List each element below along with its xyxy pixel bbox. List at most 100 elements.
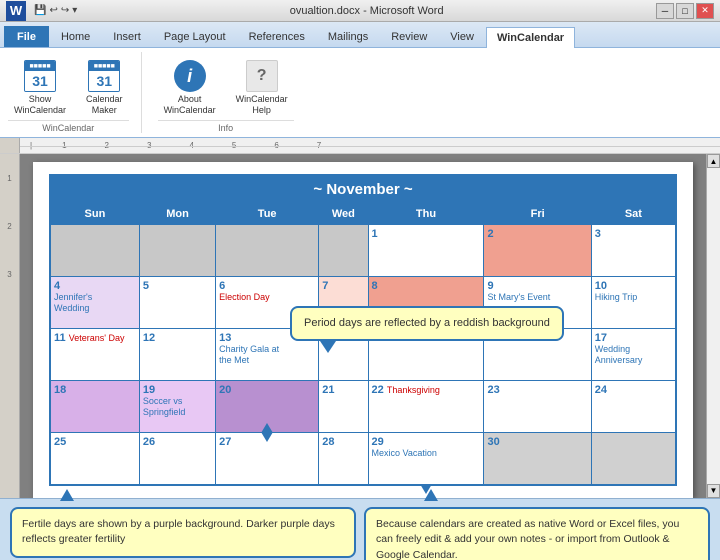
day-number-12: 12 — [143, 332, 212, 344]
tooltip-arrow — [320, 341, 336, 353]
minimize-button[interactable]: ─ — [656, 3, 674, 19]
tab-review[interactable]: Review — [380, 26, 438, 47]
day-number-19: 19 — [143, 384, 212, 396]
cell-nov-1: 1 — [368, 225, 484, 277]
period-days-tooltip: Period days are reflected by a reddish b… — [290, 306, 564, 341]
header-tue: Tue — [216, 204, 319, 225]
event-wedding-anniversary: WeddingAnniversary — [595, 344, 672, 366]
day-number-7: 7 — [322, 280, 364, 292]
tab-insert[interactable]: Insert — [102, 26, 152, 47]
quick-access-toolbar: 💾 ↩ ↪ ▾ — [34, 5, 77, 16]
window-controls: ─ □ ✕ — [656, 3, 714, 19]
calendar-maker-button[interactable]: ■■■■■ 31 CalendarMaker — [80, 56, 129, 120]
show-wincalendar-button[interactable]: ■■■■■ 31 ShowWinCalendar — [8, 56, 72, 120]
event-veterans-day: Veterans' Day — [69, 333, 125, 343]
day-number-28: 28 — [322, 436, 364, 448]
tab-view[interactable]: View — [439, 26, 485, 47]
day-number-23: 23 — [487, 384, 587, 396]
cell-nov-23: 23 — [484, 381, 591, 433]
cell-nov-24: 24 — [591, 381, 676, 433]
title-bar-left: W 💾 ↩ ↪ ▾ — [6, 1, 77, 21]
wincalendar-help-button[interactable]: ? WinCalendarHelp — [230, 56, 294, 120]
redo-icon[interactable]: ↪ — [61, 5, 69, 16]
main-content-area: 1 2 3 Period days are reflected by a red… — [0, 154, 720, 498]
about-wincalendar-label: AboutWinCalendar — [164, 94, 216, 116]
cell-nov-10: 10 Hiking Trip — [591, 277, 676, 329]
cell-nov-22: 22 Thanksgiving — [368, 381, 484, 433]
cell-empty-1 — [50, 225, 139, 277]
cell-nov-28: 28 — [319, 433, 368, 485]
scroll-up-button[interactable]: ▲ — [707, 154, 720, 168]
day-number-29: 29 — [372, 436, 481, 448]
cell-nov-3: 3 — [591, 225, 676, 277]
day-number-21: 21 — [322, 384, 364, 396]
tab-mailings[interactable]: Mailings — [317, 26, 379, 47]
cell-nov-11: 11 Veterans' Day — [50, 329, 139, 381]
about-wincalendar-button[interactable]: i AboutWinCalendar — [158, 56, 222, 120]
maximize-button[interactable]: □ — [676, 3, 694, 19]
cell-nov-2: 2 — [484, 225, 591, 277]
cell-nov-26: 26 — [139, 433, 215, 485]
app-window: W 💾 ↩ ↪ ▾ ovualtion.docx - Microsoft Wor… — [0, 0, 720, 560]
tab-file[interactable]: File — [4, 26, 49, 47]
event-st-marys: St Mary's Event — [487, 292, 587, 303]
cell-empty-2 — [139, 225, 215, 277]
calendar-maker-icon: ■■■■■ 31 — [88, 60, 120, 92]
event-mexico-vacation: Mexico Vacation — [372, 448, 481, 459]
left-margin: 1 2 3 — [0, 154, 20, 498]
day-number-4: 4 — [54, 280, 136, 292]
calendar-title-row: ~ November ~ — [50, 175, 676, 204]
word-icon: W — [6, 1, 26, 21]
cell-nov-29: 29 Mexico Vacation — [368, 433, 484, 485]
tab-page-layout[interactable]: Page Layout — [153, 26, 237, 47]
cell-nov-4: 4 Jennifer'sWedding — [50, 277, 139, 329]
tab-home[interactable]: Home — [50, 26, 101, 47]
wincalendar-group-label: WinCalendar — [8, 120, 129, 133]
header-fri: Fri — [484, 204, 591, 225]
period-days-callout: Period days are reflected by a reddish b… — [290, 306, 564, 341]
tab-references[interactable]: References — [238, 26, 316, 47]
excel-callout-container: Because calendars are created as native … — [364, 507, 710, 560]
day-number-11: 11 — [54, 332, 66, 344]
event-thanksgiving: Thanksgiving — [387, 385, 440, 395]
event-election-day: Election Day — [219, 292, 315, 302]
cell-empty-4 — [319, 225, 368, 277]
event-soccer: Soccer vsSpringfield — [143, 396, 212, 418]
header-mon: Mon — [139, 204, 215, 225]
event-jennifers-wedding: Jennifer'sWedding — [54, 292, 136, 314]
arrow-up-27 — [261, 423, 273, 433]
document-area: Period days are reflected by a reddish b… — [20, 154, 706, 498]
scroll-down-button[interactable]: ▼ — [707, 484, 720, 498]
cell-nov-18: 18 — [50, 381, 139, 433]
save-icon[interactable]: 💾 — [34, 5, 46, 16]
show-wincalendar-label: ShowWinCalendar — [14, 94, 66, 116]
fertile-days-callout: Fertile days are shown by a purple backg… — [10, 507, 356, 559]
day-number-26: 26 — [143, 436, 212, 448]
wincalendar-help-icon: ? — [246, 60, 278, 92]
window-title: ovualtion.docx - Microsoft Word — [77, 5, 656, 17]
cell-nov-12: 12 — [139, 329, 215, 381]
fertile-days-text: Fertile days are shown by a purple backg… — [22, 518, 335, 546]
day-number-17: 17 — [595, 332, 672, 344]
cell-nov-5: 5 — [139, 277, 215, 329]
day-number-20: 20 — [219, 384, 315, 396]
header-sun: Sun — [50, 204, 139, 225]
day-number-25: 25 — [54, 436, 136, 448]
title-bar: W 💾 ↩ ↪ ▾ ovualtion.docx - Microsoft Wor… — [0, 0, 720, 22]
fertile-days-callout-container: Fertile days are shown by a purple backg… — [10, 507, 356, 560]
day-number-2: 2 — [487, 228, 587, 240]
arrow-down-20 — [261, 432, 273, 442]
calendar-week-5: 25 26 27 28 29 — [50, 433, 676, 485]
excel-callout: Because calendars are created as native … — [364, 507, 710, 560]
header-wed: Wed — [319, 204, 368, 225]
arrow-down-29 — [420, 484, 432, 494]
close-button[interactable]: ✕ — [696, 3, 714, 19]
scrollbar-vertical[interactable]: ▲ ▼ — [706, 154, 720, 498]
day-number-5: 5 — [143, 280, 212, 292]
undo-icon[interactable]: ↩ — [49, 5, 57, 16]
day-number-18: 18 — [54, 384, 136, 396]
tab-wincalendar[interactable]: WinCalendar — [486, 27, 575, 48]
excel-callout-text: Because calendars are created as native … — [376, 518, 679, 560]
header-sat: Sat — [591, 204, 676, 225]
day-number-9: 9 — [487, 280, 587, 292]
